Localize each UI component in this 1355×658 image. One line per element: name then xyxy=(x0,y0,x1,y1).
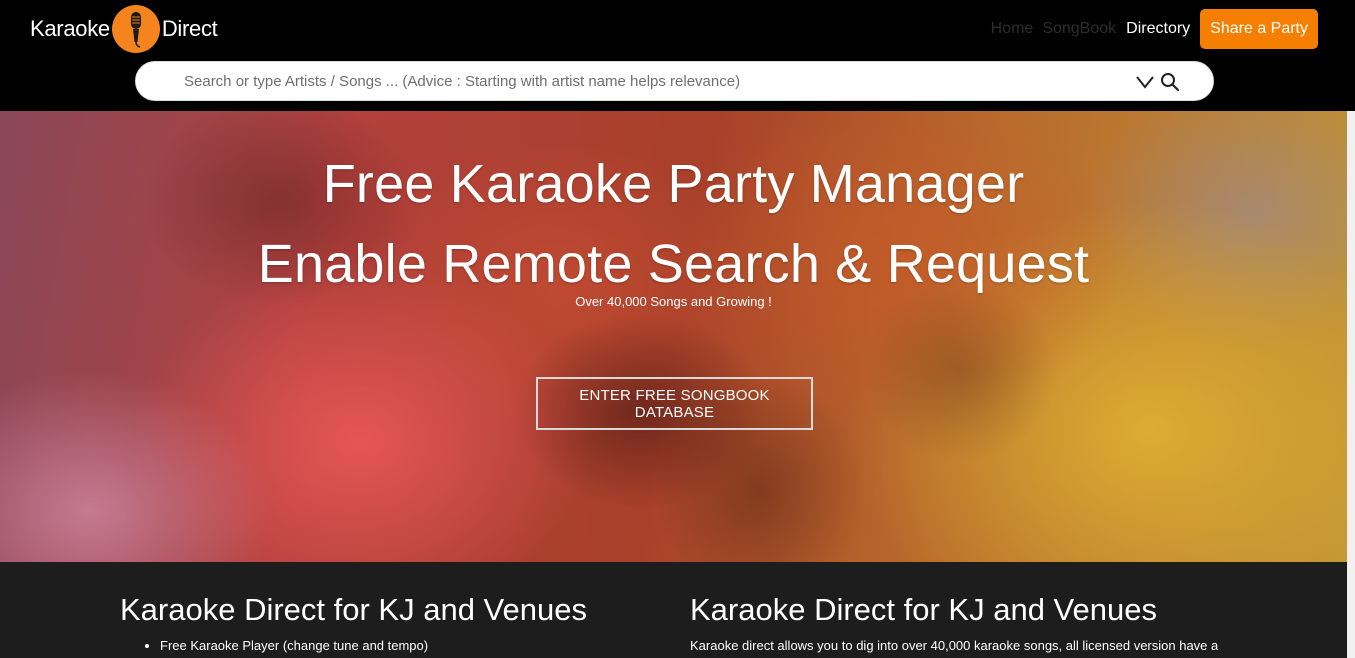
feature-list: Free Karaoke Player (change tune and tem… xyxy=(160,638,428,653)
nav-home-link[interactable]: Home xyxy=(991,20,1034,38)
hero-banner: Free Karaoke Party Manager Enable Remote… xyxy=(0,111,1347,562)
search-input[interactable] xyxy=(184,62,1124,100)
features-section: Karaoke Direct for KJ and Venues Free Ka… xyxy=(0,562,1347,658)
list-item: Free Karaoke Player (change tune and tem… xyxy=(160,638,428,653)
nav-directory-link[interactable]: Directory xyxy=(1126,20,1190,38)
logo-text-right: Direct xyxy=(161,16,218,41)
top-header: Karaoke Direct Home SongBook Directory S… xyxy=(0,0,1355,111)
chevron-down-icon[interactable] xyxy=(1134,71,1156,93)
hero-title-line2: Enable Remote Search & Request xyxy=(257,234,1090,294)
enter-songbook-button[interactable]: ENTER FREE SONGBOOK DATABASE xyxy=(536,377,813,430)
main-nav: Home SongBook Directory Share a Party xyxy=(982,9,1318,49)
search-icon[interactable] xyxy=(1159,71,1181,93)
section-right-heading: Karaoke Direct for KJ and Venues xyxy=(690,592,1157,627)
section-right-text: Karaoke direct allows you to dig into ov… xyxy=(690,638,1219,653)
logo[interactable]: Karaoke Direct xyxy=(30,5,218,53)
microphone-icon xyxy=(111,5,160,53)
share-party-button[interactable]: Share a Party xyxy=(1200,9,1318,49)
logo-text-left: Karaoke xyxy=(30,16,110,41)
hero-title-line1: Free Karaoke Party Manager xyxy=(322,154,1025,214)
search-bar xyxy=(135,61,1214,101)
nav-songbook-link[interactable]: SongBook xyxy=(1042,20,1116,38)
page-scrollbar[interactable] xyxy=(1347,111,1355,658)
hero-subtitle: Over 40,000 Songs and Growing ! xyxy=(575,294,772,309)
section-left-heading: Karaoke Direct for KJ and Venues xyxy=(120,592,587,627)
